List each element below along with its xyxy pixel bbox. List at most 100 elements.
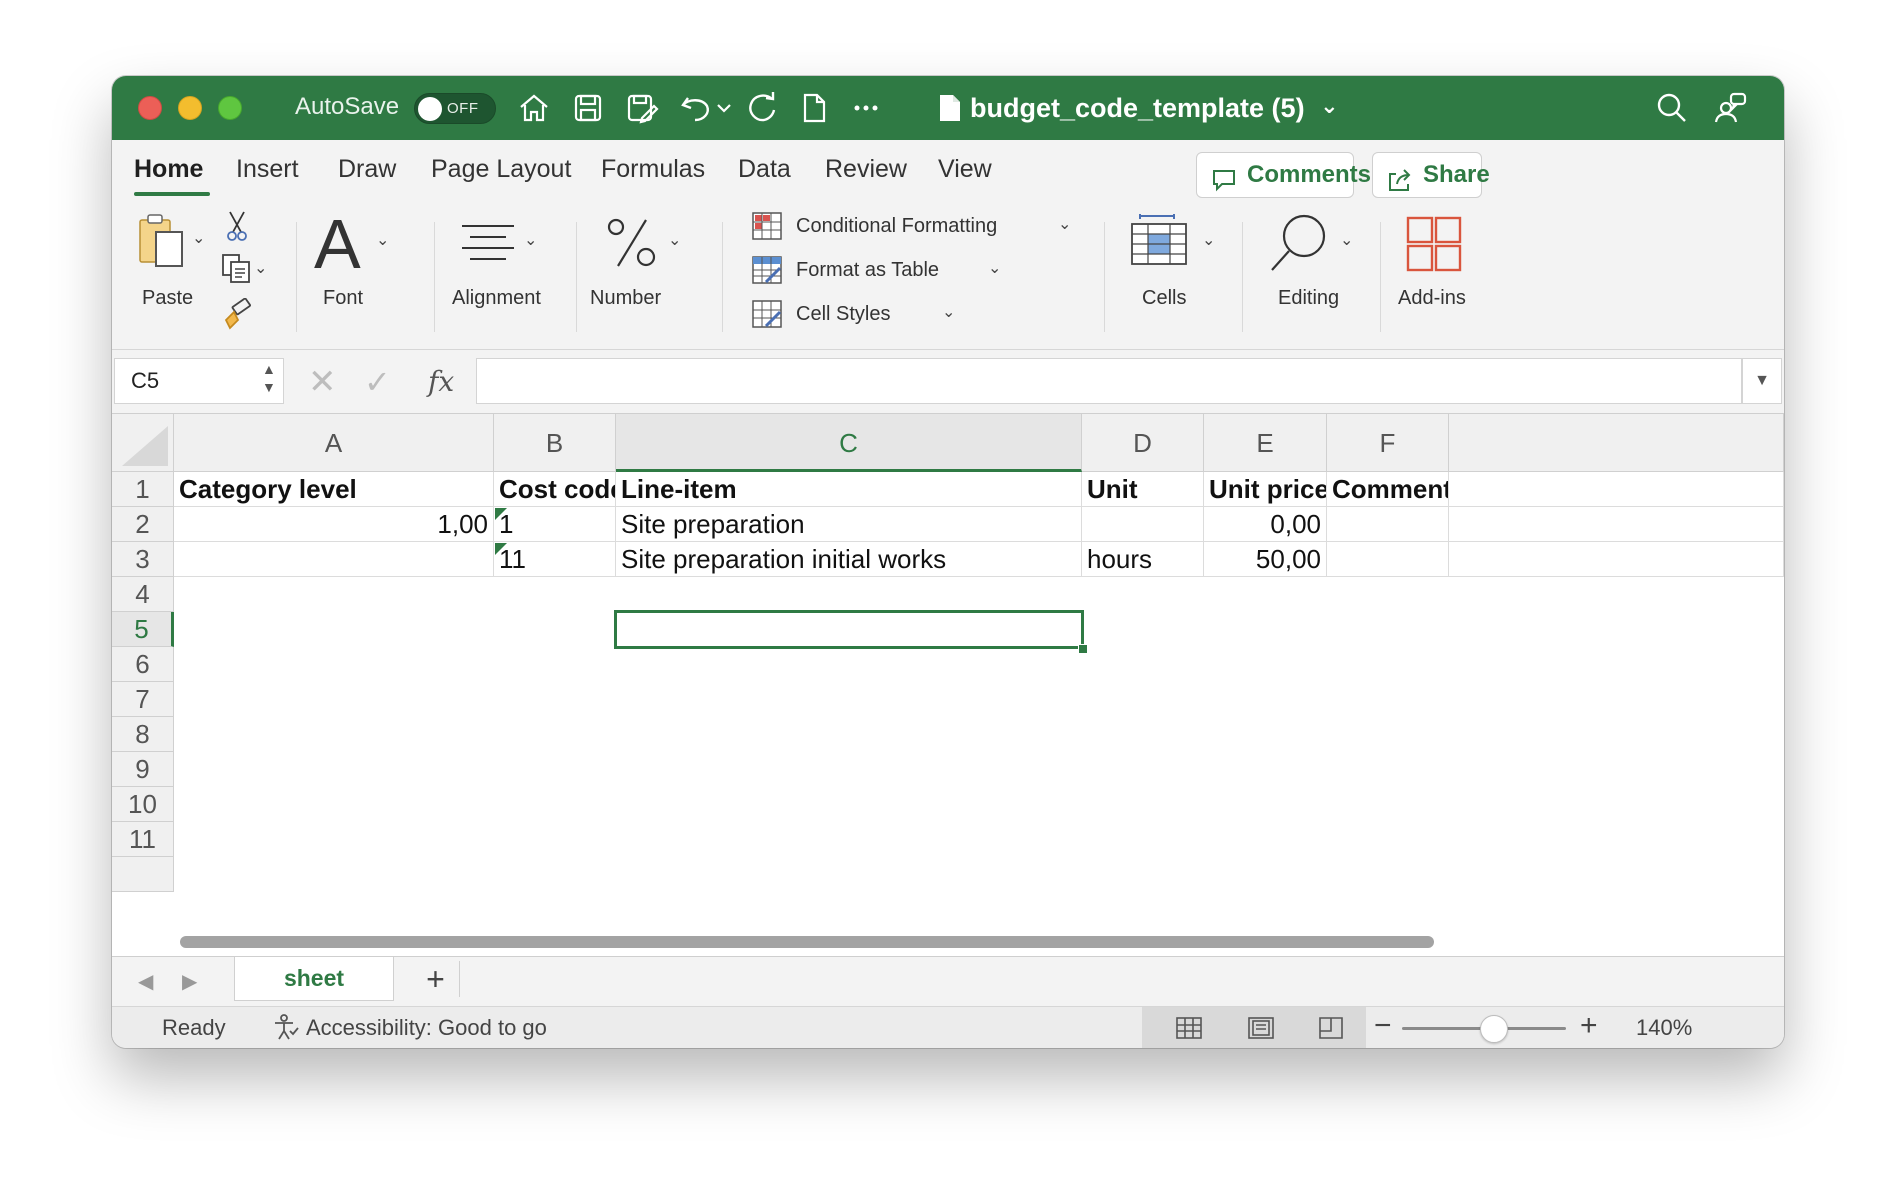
row-header-4[interactable]: 4 [112,577,174,612]
cell-styles-label[interactable]: Cell Styles [796,302,890,326]
cell-b1[interactable]: Cost code [494,472,616,507]
select-all-button[interactable] [112,414,174,472]
home-icon[interactable] [516,90,552,126]
tab-formulas[interactable]: Formulas [601,154,705,184]
cut-icon[interactable] [224,210,250,242]
new-doc-icon[interactable] [796,90,832,126]
format-table-icon[interactable] [752,256,782,284]
zoom-out-button[interactable]: − [1374,1009,1392,1043]
row-header-3[interactable]: 3 [112,542,174,577]
undo-icon[interactable] [678,90,714,126]
expand-formula-bar-icon[interactable]: ▼ [1742,358,1782,404]
zoom-level[interactable]: 140% [1636,1015,1692,1041]
conditional-formatting-label[interactable]: Conditional Formatting [796,214,997,238]
confirm-edit-icon[interactable]: ✓ [364,362,391,402]
cells-icon[interactable] [1130,214,1188,268]
paste-icon[interactable] [136,210,188,270]
document-title[interactable]: budget_code_template (5) ⌄ [970,90,1339,128]
cell-a1[interactable]: Category level [174,472,494,507]
column-header-e[interactable]: E [1204,414,1327,472]
row-header-5[interactable]: 5 [112,612,174,647]
cell-e2[interactable]: 0,00 [1204,507,1327,542]
share-account-icon[interactable] [1712,90,1748,126]
cell-e3[interactable]: 50,00 [1204,542,1327,577]
cell-f2[interactable] [1327,507,1449,542]
cell-f3[interactable] [1327,542,1449,577]
addins-icon[interactable] [1406,216,1462,272]
horizontal-scrollbar[interactable] [180,936,1434,948]
minimize-window-button[interactable] [178,96,202,120]
tab-insert[interactable]: Insert [236,154,299,184]
column-header-b[interactable]: B [494,414,616,472]
row-header-2[interactable]: 2 [112,507,174,542]
formula-input[interactable] [476,358,1742,404]
cell-b2[interactable]: 1 [494,507,616,542]
insert-function-icon[interactable]: fx [428,362,454,402]
number-dropdown-icon[interactable]: ⌄ [668,230,681,250]
cell-g3[interactable] [1449,542,1784,577]
column-header-f[interactable]: F [1327,414,1449,472]
cancel-edit-icon[interactable]: ✕ [308,362,337,402]
tab-draw[interactable]: Draw [338,154,396,184]
tab-review[interactable]: Review [825,154,907,184]
cell-styles-dropdown-icon[interactable]: ⌄ [942,302,955,322]
sheet-tab[interactable]: sheet [234,957,394,1001]
cell-styles-icon[interactable] [752,300,782,328]
row-header-6[interactable]: 6 [112,647,174,682]
format-painter-icon[interactable] [220,297,254,332]
row-header-7[interactable]: 7 [112,682,174,717]
column-header-c[interactable]: C [616,414,1082,472]
accessibility-status[interactable]: Accessibility: Good to go [306,1015,547,1041]
row-header-1[interactable]: 1 [112,472,174,507]
row-header-8[interactable]: 8 [112,717,174,752]
format-as-table-label[interactable]: Format as Table [796,258,939,282]
cell-c1[interactable]: Line-item [616,472,1082,507]
tab-page-layout[interactable]: Page Layout [431,154,571,184]
next-sheet-icon[interactable]: ▶ [182,969,197,994]
font-icon[interactable]: A [312,205,368,283]
tab-data[interactable]: Data [738,154,791,184]
search-icon[interactable] [1654,90,1690,126]
column-header-d[interactable]: D [1082,414,1204,472]
save-icon[interactable] [570,90,606,126]
copy-dropdown-icon[interactable]: ⌄ [254,258,267,278]
cell-b3[interactable]: 11 [494,542,616,577]
paste-dropdown-icon[interactable]: ⌄ [192,228,205,248]
copy-icon[interactable] [220,252,254,286]
save-as-icon[interactable] [624,90,660,126]
alignment-icon[interactable] [458,222,518,266]
zoom-in-button[interactable]: + [1580,1009,1598,1043]
cell-f1[interactable]: Comment [1327,472,1449,507]
conditional-formatting-dropdown-icon[interactable]: ⌄ [1058,214,1071,234]
tab-view[interactable]: View [938,154,992,184]
cell-a3[interactable] [174,542,494,577]
zoom-window-button[interactable] [218,96,242,120]
share-button[interactable]: Share [1372,152,1490,198]
format-as-table-dropdown-icon[interactable]: ⌄ [988,258,1001,278]
cell-g1[interactable] [1449,472,1784,507]
row-header-10[interactable]: 10 [112,787,174,822]
column-header-g[interactable] [1449,414,1784,472]
editing-dropdown-icon[interactable]: ⌄ [1340,230,1353,250]
name-box[interactable]: C5 [114,358,284,404]
conditional-formatting-icon[interactable] [752,212,782,240]
page-layout-icon[interactable] [1246,1015,1276,1041]
autosave-toggle[interactable]: OFF [414,93,496,124]
prev-sheet-icon[interactable]: ◀ [138,969,153,994]
cell-c3[interactable]: Site preparation initial works [616,542,1082,577]
alignment-dropdown-icon[interactable]: ⌄ [524,230,537,250]
cell-g2[interactable] [1449,507,1784,542]
undo-dropdown-icon[interactable] [714,90,734,126]
zoom-slider-handle[interactable] [1479,1015,1508,1043]
row-header-9[interactable]: 9 [112,752,174,787]
more-icon[interactable] [848,90,884,126]
column-header-a[interactable]: A [174,414,494,472]
cells-dropdown-icon[interactable]: ⌄ [1202,230,1215,250]
cell-d2[interactable] [1082,507,1204,542]
row-header-12[interactable] [112,857,174,892]
cell-d1[interactable]: Unit [1082,472,1204,507]
accessibility-icon[interactable] [272,1013,300,1041]
row-header-11[interactable]: 11 [112,822,174,857]
font-dropdown-icon[interactable]: ⌄ [376,230,389,250]
close-window-button[interactable] [138,96,162,120]
